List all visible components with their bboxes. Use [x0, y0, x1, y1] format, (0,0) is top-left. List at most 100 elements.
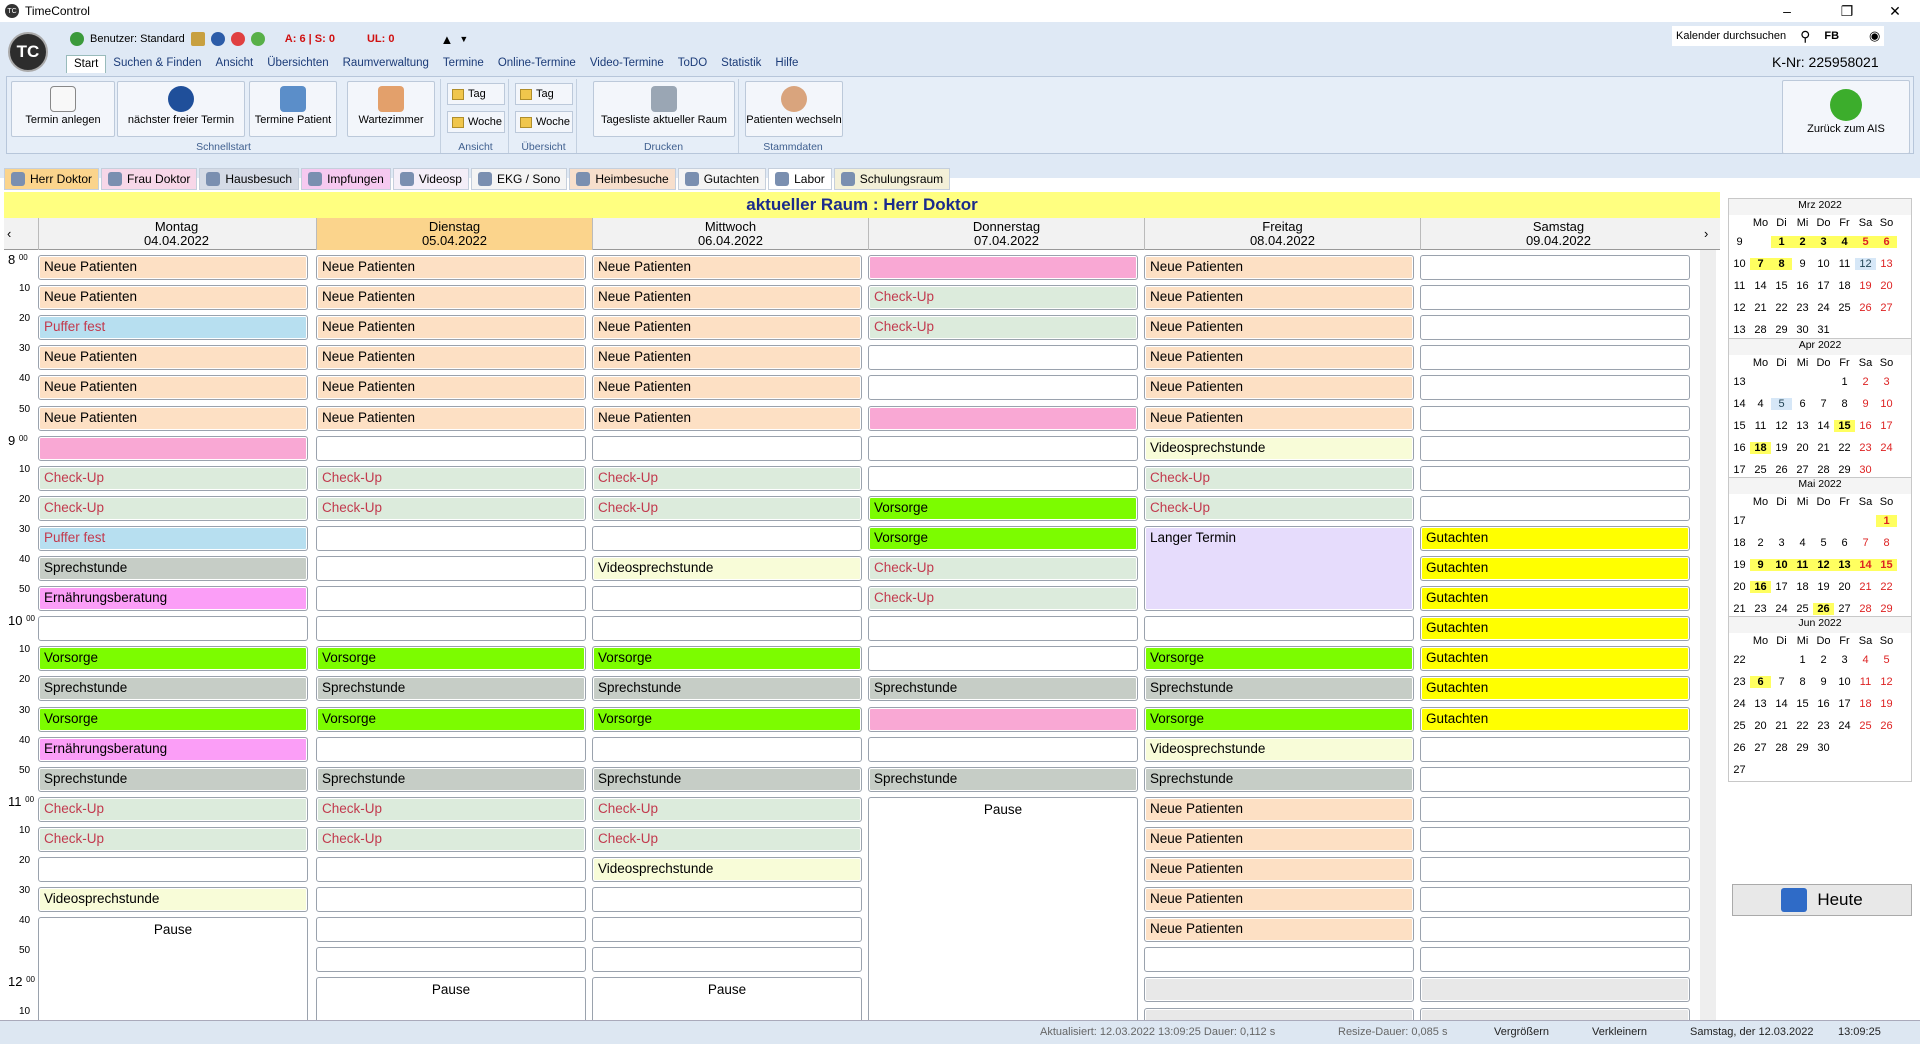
appointment-slot[interactable]: Neue Patienten — [1144, 375, 1414, 401]
calendar-day[interactable]: 20 — [1792, 442, 1813, 454]
appointment-slot[interactable]: Check-Up — [592, 796, 862, 822]
appointment-slot[interactable]: Neue Patienten — [592, 405, 862, 431]
room-tab[interactable]: EKG / Sono — [470, 168, 568, 190]
appointment-slot[interactable]: Check-Up — [38, 465, 308, 491]
calendar-day[interactable]: 7 — [1813, 398, 1834, 410]
appointment-slot[interactable] — [1420, 405, 1690, 431]
calendar-day[interactable]: 29 — [1834, 464, 1855, 476]
calendar-day[interactable]: 30 — [1855, 464, 1876, 476]
appointment-slot[interactable]: Videosprechstunde — [592, 857, 862, 883]
appointment-slot[interactable] — [316, 435, 586, 461]
appointment-slot[interactable]: Gutachten — [1420, 556, 1690, 582]
calendar-day[interactable]: 9 — [1792, 258, 1813, 270]
appointment-slot[interactable]: Sprechstunde — [316, 766, 586, 792]
restore-button[interactable]: ❐ — [1824, 0, 1870, 22]
appointment-slot[interactable] — [868, 646, 1138, 672]
calendar-day[interactable]: 21 — [1813, 442, 1834, 454]
calendar-day[interactable]: 11 — [1792, 559, 1813, 571]
appointment-slot[interactable] — [1420, 255, 1690, 281]
appointment-slot[interactable]: Gutachten — [1420, 676, 1690, 702]
calendar-day[interactable]: 28 — [1813, 464, 1834, 476]
calendar-day[interactable]: 9 — [1813, 676, 1834, 688]
room-tab[interactable]: Labor — [768, 168, 832, 190]
appointment-slot[interactable] — [316, 556, 586, 582]
calendar-day[interactable]: 14 — [1750, 280, 1771, 292]
calendar-day[interactable]: 25 — [1834, 302, 1855, 314]
appointment-slot[interactable] — [868, 736, 1138, 762]
appointment-slot[interactable]: Videosprechstunde — [1144, 435, 1414, 461]
calendar-day[interactable]: 3 — [1771, 537, 1792, 549]
appointment-slot[interactable]: Neue Patienten — [1144, 285, 1414, 311]
appointment-slot[interactable] — [868, 465, 1138, 491]
appointment-slot[interactable] — [592, 525, 862, 551]
refresh-icon[interactable] — [250, 32, 265, 46]
calendar-day[interactable]: 8 — [1876, 537, 1897, 549]
calendar-day[interactable]: 9 — [1750, 559, 1771, 571]
globe-icon[interactable]: ◉ — [1869, 28, 1880, 44]
calendar-day[interactable]: 22 — [1834, 442, 1855, 454]
calendar-day[interactable]: 8 — [1771, 258, 1792, 270]
room-tab[interactable]: Gutachten — [677, 168, 767, 190]
appointment-slot[interactable]: Neue Patienten — [316, 285, 586, 311]
appointment-slot[interactable]: Neue Patienten — [316, 255, 586, 281]
calendar-day[interactable]: 24 — [1834, 720, 1855, 732]
room-tab[interactable]: Hausbesuch — [199, 168, 300, 190]
calendar-day[interactable]: 27 — [1876, 302, 1897, 314]
appointment-slot[interactable]: Check-Up — [592, 826, 862, 852]
calendar-day[interactable]: 2 — [1792, 236, 1813, 248]
appointment-slot[interactable]: Check-Up — [38, 495, 308, 521]
menu-termine[interactable]: Termine — [436, 55, 491, 73]
appointment-slot[interactable] — [592, 947, 862, 973]
day-header-cell[interactable]: Freitag 08.04.2022 — [1144, 218, 1420, 250]
calendar-day[interactable]: 12 — [1771, 420, 1792, 432]
appointment-slot[interactable]: Vorsorge — [592, 646, 862, 672]
room-tab[interactable]: Videosp — [392, 168, 469, 190]
calendar-day[interactable]: 26 — [1855, 302, 1876, 314]
appointment-slot[interactable]: Check-Up — [868, 315, 1138, 341]
appointment-slot[interactable]: Neue Patienten — [1144, 917, 1414, 943]
calendar-day[interactable]: 25 — [1792, 603, 1813, 615]
calendar-day[interactable]: 18 — [1750, 442, 1771, 454]
calendar-day[interactable]: 1 — [1792, 654, 1813, 666]
appointment-slot[interactable] — [316, 857, 586, 883]
calendar-day[interactable]: 22 — [1792, 720, 1813, 732]
calendar-day[interactable]: 25 — [1855, 720, 1876, 732]
appointment-slot[interactable]: Gutachten — [1420, 706, 1690, 732]
appointment-slot[interactable]: Check-Up — [38, 826, 308, 852]
appointment-slot[interactable]: Check-Up — [868, 556, 1138, 582]
menu-statistik[interactable]: Statistik — [714, 55, 768, 73]
calendar-day[interactable]: 10 — [1876, 398, 1897, 410]
appointment-slot[interactable]: Neue Patienten — [1144, 345, 1414, 371]
calendar-day[interactable]: 14 — [1813, 420, 1834, 432]
appointment-slot[interactable]: Neue Patienten — [592, 345, 862, 371]
appointment-slot[interactable] — [1144, 977, 1414, 1003]
appointment-slot[interactable] — [868, 706, 1138, 732]
fb-button[interactable]: FB — [1824, 30, 1839, 42]
wartezimmer-button[interactable]: Wartezimmer — [347, 81, 435, 137]
appointment-slot[interactable]: Check-Up — [316, 826, 586, 852]
appointment-slot[interactable] — [868, 405, 1138, 431]
appointment-slot[interactable]: Check-Up — [1144, 465, 1414, 491]
appointment-slot[interactable]: Check-Up — [316, 796, 586, 822]
calendar-day[interactable]: 23 — [1813, 720, 1834, 732]
tool-icon[interactable] — [190, 32, 205, 46]
patienten-wechseln-button[interactable]: Patienten wechseln — [745, 81, 843, 137]
uebersicht-woche-button[interactable]: Woche — [515, 111, 573, 133]
appointment-slot[interactable] — [592, 917, 862, 943]
appointment-slot[interactable]: Neue Patienten — [1144, 796, 1414, 822]
day-header-cell[interactable]: Montag 04.04.2022 — [38, 218, 314, 250]
room-tab[interactable]: Herr Doktor — [4, 168, 100, 190]
calendar-day[interactable]: 5 — [1771, 398, 1792, 410]
appointment-slot[interactable] — [316, 736, 586, 762]
next-week-arrow-icon[interactable]: › — [1704, 226, 1708, 241]
appointment-slot[interactable]: Check-Up — [1144, 495, 1414, 521]
calendar-day[interactable]: 4 — [1855, 654, 1876, 666]
appointment-slot[interactable]: Neue Patienten — [316, 405, 586, 431]
calendar-day[interactable]: 27 — [1834, 603, 1855, 615]
appointment-slot[interactable]: Ernährungsberatung — [38, 586, 308, 612]
appointment-slot[interactable] — [868, 616, 1138, 642]
appointment-slot[interactable] — [1420, 315, 1690, 341]
appointment-slot[interactable]: Sprechstunde — [592, 676, 862, 702]
calendar-day[interactable]: 8 — [1792, 676, 1813, 688]
appointment-slot[interactable] — [592, 736, 862, 762]
